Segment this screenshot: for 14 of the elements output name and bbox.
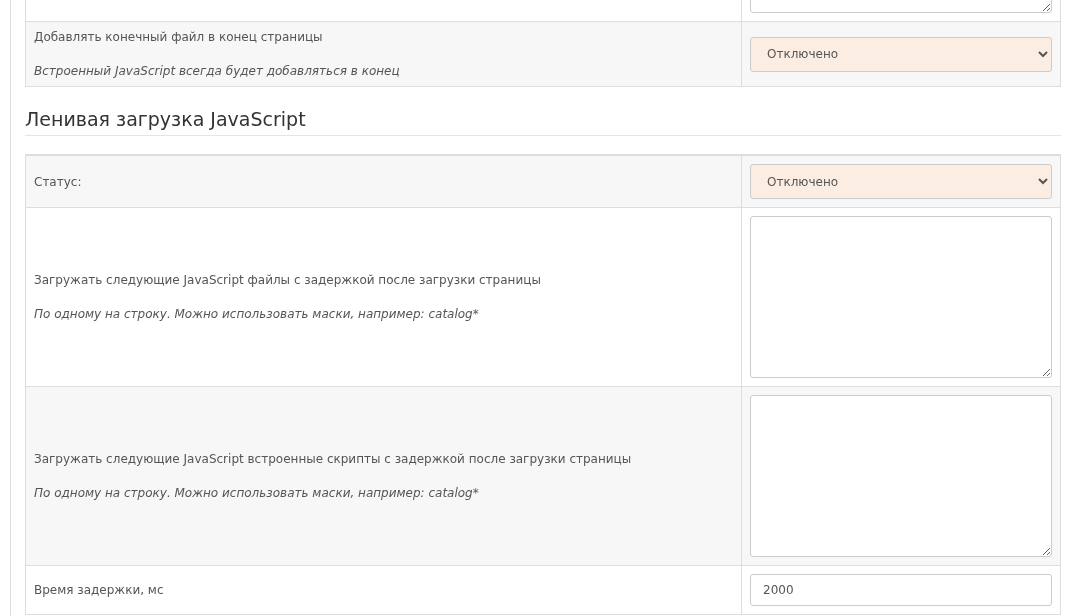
setting-help-text: По одному на строку. Можно использовать маски, например: catalog*	[34, 486, 480, 500]
input-field[interactable]: 2000	[750, 574, 1052, 606]
setting-label: Добавлять конечный файл в конец страницы	[34, 30, 324, 44]
setting-help-text: По одному на строку. Можно использовать маски, например: catalog*	[34, 307, 480, 321]
textarea-field[interactable]	[750, 395, 1052, 557]
select-field[interactable]: Отключено	[750, 164, 1052, 199]
setting-label: Загружать следующие JavaScript встроенные скрипты с задержкой после загрузки страницы	[34, 452, 633, 466]
textarea-field[interactable]	[750, 216, 1052, 378]
select-field[interactable]: Отключено	[750, 36, 1052, 72]
setting-label: Время задержки, мс	[34, 583, 165, 597]
setting-help-text: Встроенный JavaScript всегда будет добавляться в конец	[34, 64, 401, 78]
setting-label: Загружать следующие JavaScript файлы с задержкой после загрузки страницы	[34, 273, 542, 287]
section-heading: Ленивая загрузка JavaScript	[25, 87, 1061, 136]
setting-label: Статус:	[34, 174, 83, 189]
